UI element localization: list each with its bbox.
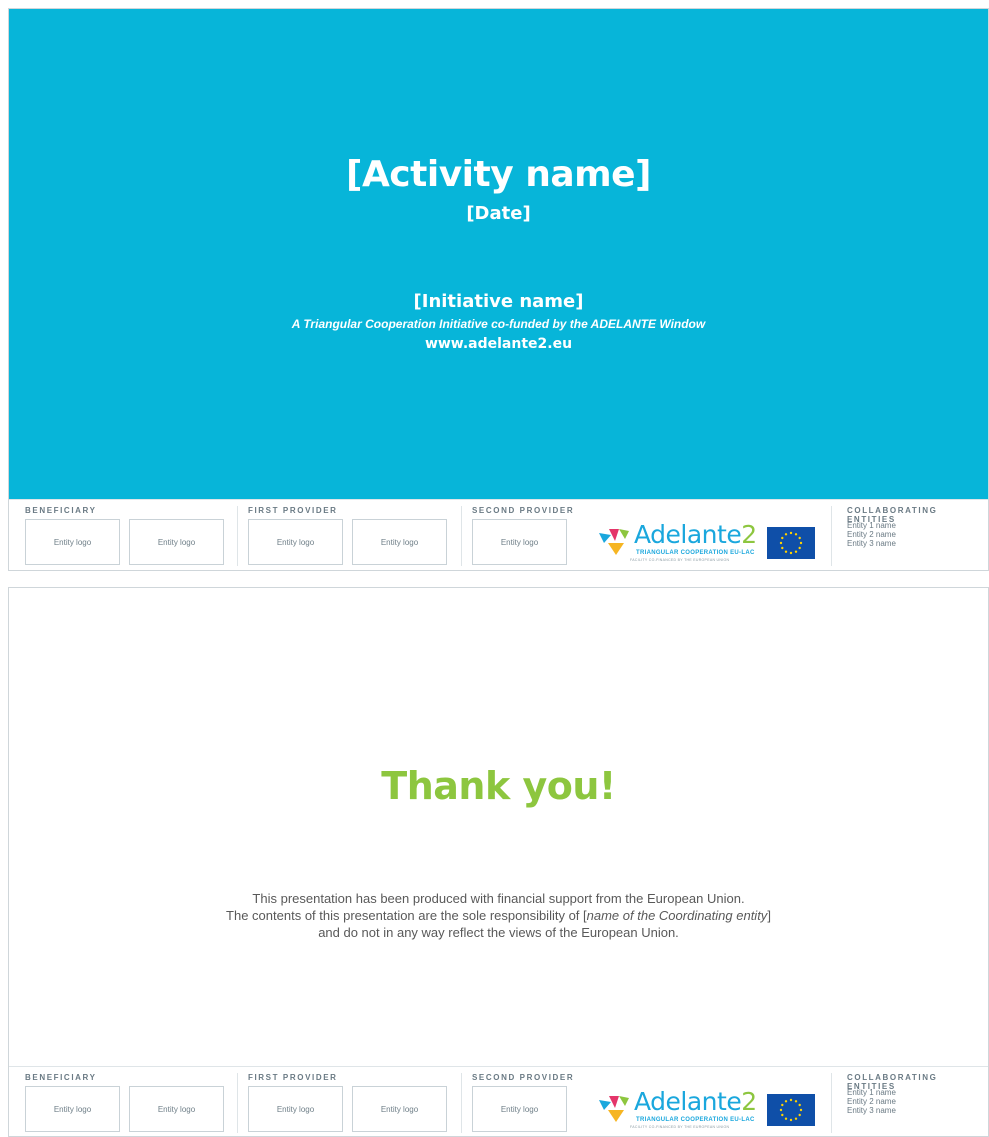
website-link[interactable]: www.adelante2.eu — [9, 336, 988, 352]
second-provider-logo: Entity logo — [472, 519, 567, 565]
disclaimer-text: ] — [767, 908, 771, 923]
logo-footer: BENEFICIARY Entity logo Entity logo FIRS… — [9, 499, 988, 570]
footer-divider — [237, 506, 238, 566]
footer-divider — [461, 1073, 462, 1133]
adelante-brand-logo: Adelante2 TRIANGULAR COOPERATION EU-LAC … — [594, 520, 815, 565]
footer-divider — [831, 506, 832, 566]
disclaimer-line: The contents of this presentation are th… — [9, 907, 988, 924]
thank-you-body: Thank you! This presentation has been pr… — [9, 588, 988, 1066]
entity-name: Entity 3 name — [847, 539, 896, 548]
logo-footer: BENEFICIARY Entity logo Entity logo FIRS… — [9, 1066, 988, 1136]
adelante-brand-logo: Adelante2 TRIANGULAR COOPERATION EU-LAC … — [594, 1087, 815, 1132]
brand-name: Adelante — [634, 1087, 742, 1116]
footer-divider — [831, 1073, 832, 1133]
beneficiary-logo-2: Entity logo — [129, 519, 224, 565]
first-provider-logo-2: Entity logo — [352, 519, 447, 565]
entity-name: Entity 1 name — [847, 521, 896, 530]
brand-number: 2 — [741, 1087, 757, 1116]
footer-divider — [237, 1073, 238, 1133]
title-hero: [Activity name] [Date] [Initiative name]… — [9, 9, 988, 499]
first-provider-label: FIRST PROVIDER — [248, 506, 338, 515]
entity-name: Entity 1 name — [847, 1088, 896, 1097]
brand-tagline: TRIANGULAR COOPERATION EU-LAC — [636, 550, 755, 556]
adelante-triangles-icon — [599, 1096, 629, 1122]
first-provider-logo-2: Entity logo — [352, 1086, 447, 1132]
thank-you-heading: Thank you! — [381, 764, 616, 808]
first-provider-logo-1: Entity logo — [248, 1086, 343, 1132]
title-slide: [Activity name] [Date] [Initiative name]… — [8, 8, 989, 571]
brand-wordmark: Adelante2 — [634, 520, 757, 549]
adelante-triangles-icon — [599, 529, 629, 555]
beneficiary-label: BENEFICIARY — [25, 1073, 97, 1082]
first-provider-logo-1: Entity logo — [248, 519, 343, 565]
brand-subtagline: FACILITY CO-FINANCED BY THE EUROPEAN UNI… — [630, 1125, 730, 1129]
entity-name: Entity 2 name — [847, 1097, 896, 1106]
coordinating-entity-placeholder: name of the Coordinating entity — [586, 908, 768, 923]
eu-disclaimer: This presentation has been produced with… — [9, 890, 988, 941]
eu-flag-icon — [767, 527, 815, 559]
collaborating-entities-list: Entity 1 name Entity 2 name Entity 3 nam… — [847, 1088, 896, 1115]
entity-name: Entity 2 name — [847, 530, 896, 539]
activity-date: [Date] — [466, 203, 531, 224]
entity-name: Entity 3 name — [847, 1106, 896, 1115]
disclaimer-line: and do not in any way reflect the views … — [318, 925, 679, 940]
beneficiary-label: BENEFICIARY — [25, 506, 97, 515]
brand-number: 2 — [741, 520, 757, 549]
activity-title: [Activity name] — [345, 154, 652, 195]
second-provider-label: SECOND PROVIDER — [472, 1073, 575, 1082]
thank-you-slide: Thank you! This presentation has been pr… — [8, 587, 989, 1137]
footer-divider — [461, 506, 462, 566]
disclaimer-text: The contents of this presentation are th… — [226, 908, 587, 923]
second-provider-label: SECOND PROVIDER — [472, 506, 575, 515]
brand-name: Adelante — [634, 520, 742, 549]
brand-subtagline: FACILITY CO-FINANCED BY THE EUROPEAN UNI… — [630, 558, 730, 562]
collaborating-entities-list: Entity 1 name Entity 2 name Entity 3 nam… — [847, 521, 896, 548]
initiative-name: [Initiative name] — [413, 291, 584, 312]
first-provider-label: FIRST PROVIDER — [248, 1073, 338, 1082]
eu-flag-icon — [767, 1094, 815, 1126]
brand-wordmark: Adelante2 — [634, 1087, 757, 1116]
second-provider-logo: Entity logo — [472, 1086, 567, 1132]
beneficiary-logo-2: Entity logo — [129, 1086, 224, 1132]
beneficiary-logo-1: Entity logo — [25, 1086, 120, 1132]
beneficiary-logo-1: Entity logo — [25, 519, 120, 565]
brand-tagline: TRIANGULAR COOPERATION EU-LAC — [636, 1117, 755, 1123]
initiative-subtitle: A Triangular Cooperation Initiative co-f… — [291, 317, 706, 331]
disclaimer-line: This presentation has been produced with… — [252, 891, 745, 906]
